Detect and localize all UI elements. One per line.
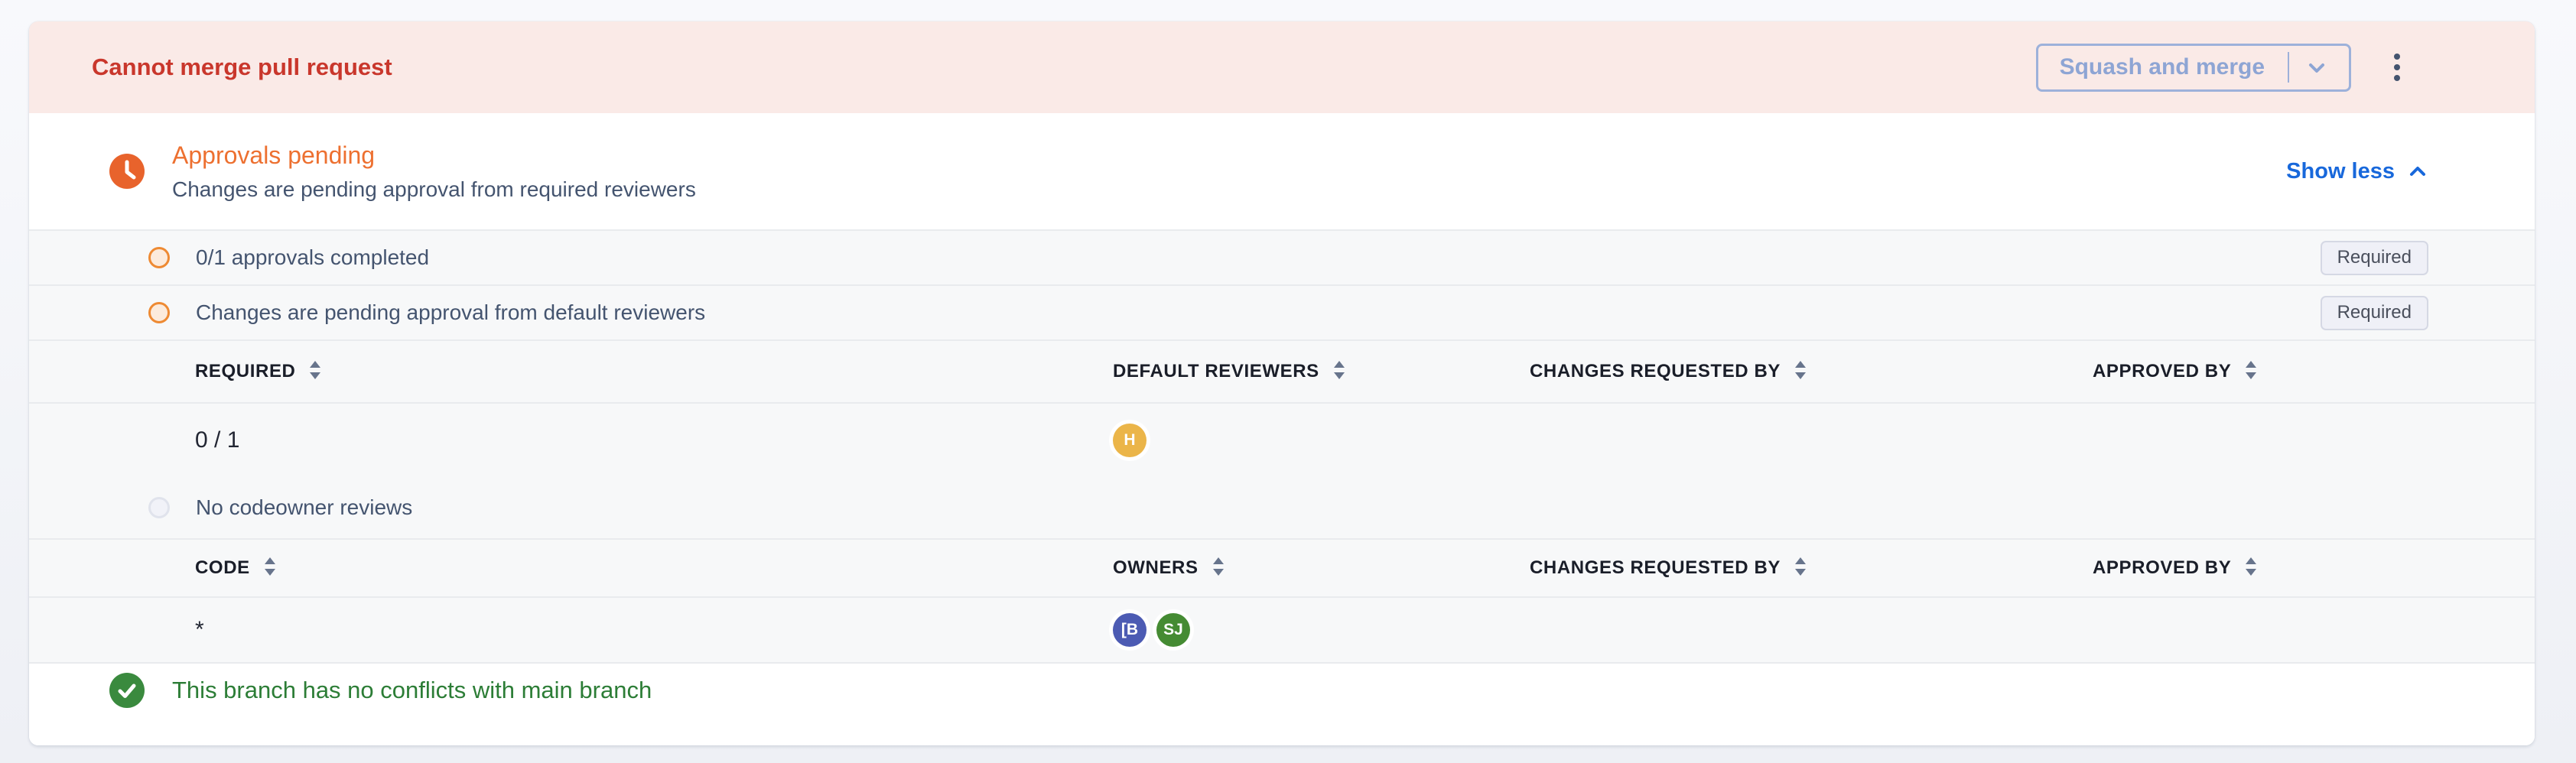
kebab-dot	[2394, 54, 2400, 60]
required-table-header-row: REQUIRED DEFAULT REVIEWERS CHANGES REQUE…	[29, 341, 2535, 404]
avatar[interactable]: SJ	[1156, 613, 1190, 647]
required-table-data-row: 0 / 1 H	[29, 404, 2535, 477]
avatar[interactable]: H	[1113, 424, 1147, 457]
check-row-approvals-count: 0/1 approvals completed Required	[29, 229, 2535, 284]
column-header-default-reviewers[interactable]: DEFAULT REVIEWERS	[1113, 359, 1530, 385]
kebab-dot	[2394, 75, 2400, 81]
check-row-default-reviewers: Changes are pending approval from defaul…	[29, 284, 2535, 339]
column-header-approved-by[interactable]: APPROVED BY	[2093, 359, 2428, 385]
sort-icon[interactable]	[307, 359, 323, 385]
page-background: Cannot merge pull request Squash and mer…	[0, 0, 2576, 763]
approvals-pending-section: Approvals pending Changes are pending ap…	[29, 113, 2535, 229]
squash-and-merge-button[interactable]: Squash and merge	[2036, 44, 2351, 92]
required-count-cell: 0 / 1	[195, 427, 1113, 453]
sort-icon[interactable]	[2243, 556, 2259, 581]
merge-button-label: Squash and merge	[2060, 54, 2265, 80]
sort-icon[interactable]	[1211, 556, 1226, 581]
approvals-pending-text: Approvals pending Changes are pending ap…	[172, 141, 696, 202]
show-less-toggle[interactable]: Show less	[2286, 159, 2428, 184]
clock-pending-icon	[109, 154, 145, 189]
codeowners-section: CODE OWNERS CHANGES REQUESTED BY APPROVE…	[29, 538, 2535, 662]
no-conflicts-label: This branch has no conflicts with main b…	[172, 677, 652, 704]
check-label: No codeowner reviews	[196, 495, 2428, 520]
column-header-owners[interactable]: OWNERS	[1113, 556, 1530, 581]
column-header-required[interactable]: REQUIRED	[195, 359, 1113, 385]
no-conflicts-status: This branch has no conflicts with main b…	[29, 662, 2535, 745]
check-row-codeowners: No codeowner reviews	[29, 477, 2535, 538]
avatar[interactable]: [B	[1113, 613, 1147, 647]
code-pattern-cell: *	[195, 617, 1113, 643]
codeowners-table-data-row: * [B SJ	[29, 598, 2535, 662]
pending-circle-icon	[148, 302, 170, 323]
sort-icon[interactable]	[2243, 359, 2259, 385]
neutral-circle-icon	[148, 497, 170, 518]
codeowners-table-header-row: CODE OWNERS CHANGES REQUESTED BY APPROVE…	[29, 540, 2535, 598]
approvals-pending-summary: Approvals pending Changes are pending ap…	[109, 141, 696, 202]
banner-actions: Squash and merge	[2036, 44, 2414, 92]
column-header-changes-requested-by[interactable]: CHANGES REQUESTED BY	[1530, 359, 2093, 385]
required-badge: Required	[2321, 296, 2428, 330]
required-badge: Required	[2321, 241, 2428, 275]
approvals-pending-subtitle: Changes are pending approval from requir…	[172, 177, 696, 202]
required-reviewers-section: REQUIRED DEFAULT REVIEWERS CHANGES REQUE…	[29, 339, 2535, 538]
column-header-code[interactable]: CODE	[195, 556, 1113, 581]
approvals-pending-title: Approvals pending	[172, 141, 696, 170]
owners-cell: [B SJ	[1113, 613, 1530, 647]
button-divider	[2288, 52, 2289, 83]
chevron-down-icon[interactable]	[2306, 57, 2327, 78]
more-options-button[interactable]	[2380, 44, 2414, 92]
check-label: 0/1 approvals completed	[196, 245, 2321, 270]
chevron-up-icon	[2407, 161, 2428, 182]
sort-icon[interactable]	[1793, 556, 1808, 581]
sort-icon[interactable]	[1332, 359, 1347, 385]
default-reviewers-cell: H	[1113, 424, 1530, 457]
sort-icon[interactable]	[262, 556, 278, 581]
cannot-merge-banner: Cannot merge pull request Squash and mer…	[29, 21, 2535, 113]
check-label: Changes are pending approval from defaul…	[196, 300, 2321, 325]
pending-circle-icon	[148, 247, 170, 268]
banner-title: Cannot merge pull request	[92, 54, 392, 81]
check-success-icon	[109, 673, 145, 708]
column-header-changes-requested-by[interactable]: CHANGES REQUESTED BY	[1530, 556, 2093, 581]
sort-icon[interactable]	[1793, 359, 1808, 385]
show-less-label: Show less	[2286, 159, 2395, 184]
merge-checks-panel: Cannot merge pull request Squash and mer…	[29, 21, 2535, 745]
kebab-dot	[2394, 64, 2400, 70]
column-header-approved-by[interactable]: APPROVED BY	[2093, 556, 2428, 581]
